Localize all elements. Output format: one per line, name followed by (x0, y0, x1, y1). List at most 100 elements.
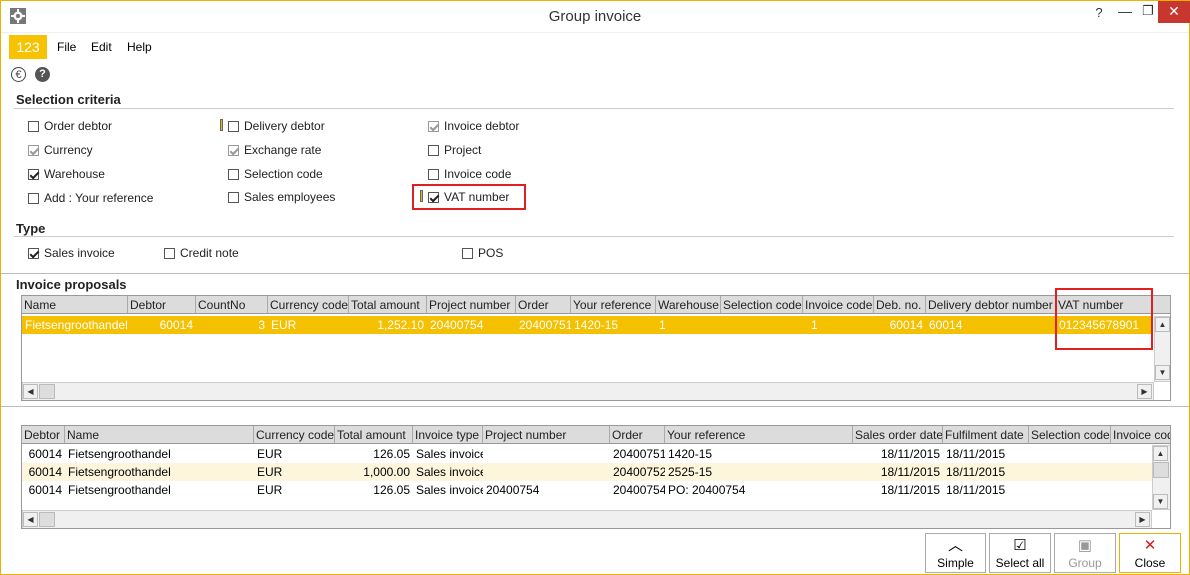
table-cell[interactable]: Sales invoice (413, 445, 483, 463)
table-cell[interactable]: 60014 (22, 481, 65, 499)
table-cell[interactable]: 1,000.00 (335, 463, 413, 481)
select-all-button[interactable]: ☑ Select all (989, 533, 1051, 573)
table-cell[interactable]: 60014 (22, 445, 65, 463)
column-header[interactable]: Order (610, 426, 665, 444)
table-cell[interactable]: Fietsengroothandel (65, 445, 254, 463)
column-header[interactable]: Project number (427, 296, 516, 314)
column-header[interactable]: Invoice code (1111, 426, 1170, 444)
table-cell[interactable]: 18/11/2015 (853, 481, 943, 499)
scroll-up-icon[interactable]: ▲ (1155, 317, 1170, 332)
table-cell[interactable]: Sales invoice (413, 463, 483, 481)
checkbox-box[interactable] (28, 120, 39, 132)
table-cell[interactable]: 20400752 (610, 463, 665, 481)
checkbox-box[interactable] (228, 191, 239, 203)
table-cell[interactable]: EUR (254, 463, 335, 481)
scroll-thumb[interactable] (39, 512, 55, 527)
table-cell[interactable]: 60014 (128, 316, 196, 334)
checkbox-exchange-rate[interactable]: Exchange rate (228, 143, 321, 157)
checkbox-box[interactable] (428, 120, 439, 132)
column-header[interactable]: Name (22, 296, 128, 314)
simple-button[interactable]: ︿ Simple (925, 533, 986, 573)
checkbox-warehouse[interactable]: Warehouse (28, 167, 105, 181)
scroll-right-icon[interactable]: ▶ (1137, 384, 1152, 399)
table-cell[interactable]: 2525-15 (665, 463, 853, 481)
table-cell[interactable]: 20400754 (483, 481, 610, 499)
horizontal-scrollbar[interactable] (22, 510, 1152, 528)
scroll-thumb[interactable] (39, 384, 55, 399)
column-header[interactable]: Debtor (22, 426, 65, 444)
table-cell[interactable]: Fietsengroothandel (22, 316, 128, 334)
checkbox-credit-note[interactable]: Credit note (164, 246, 239, 260)
table-cell[interactable]: 3 (196, 316, 268, 334)
checkbox-invoice-debtor[interactable]: Invoice debtor (428, 119, 519, 133)
table-cell[interactable]: 60014 (926, 316, 1056, 334)
checkbox-box[interactable] (28, 192, 39, 204)
help-icon[interactable]: ? (35, 67, 50, 82)
column-header[interactable]: Debtor (128, 296, 196, 314)
column-header[interactable]: Your reference (665, 426, 853, 444)
scroll-left-icon[interactable]: ◀ (23, 384, 38, 399)
checkbox-box[interactable] (28, 247, 39, 259)
menu-help[interactable]: Help (127, 40, 152, 54)
table-cell[interactable]: 18/11/2015 (943, 481, 1029, 499)
checkbox-sales-employees[interactable]: Sales employees (228, 190, 335, 204)
column-header[interactable]: Name (65, 426, 254, 444)
column-header[interactable]: Deb. no. (874, 296, 926, 314)
table-cell[interactable]: 1420-15 (665, 445, 853, 463)
table-cell[interactable]: 18/11/2015 (943, 463, 1029, 481)
close-window-button[interactable]: ✕ (1158, 1, 1190, 23)
table-cell[interactable]: 18/11/2015 (853, 445, 943, 463)
column-header[interactable]: Sales order date (853, 426, 943, 444)
invoice-lines-grid[interactable]: Debtor Name Currency code Total amount I… (21, 425, 1171, 529)
checkbox-pos[interactable]: POS (462, 246, 503, 260)
column-header[interactable]: Selection code (721, 296, 803, 314)
scroll-left-icon[interactable]: ◀ (23, 512, 38, 527)
menu-file[interactable]: File (57, 40, 76, 54)
table-cell[interactable]: 1,252.10 (349, 316, 427, 334)
column-header[interactable]: Selection code (1029, 426, 1111, 444)
table-cell[interactable]: Sales invoice (413, 481, 483, 499)
checkbox-invoice-code[interactable]: Invoice code (428, 167, 511, 181)
column-header[interactable]: Your reference (571, 296, 656, 314)
scroll-down-icon[interactable]: ▼ (1155, 365, 1170, 380)
checkbox-box[interactable] (28, 144, 39, 156)
table-cell[interactable]: Fietsengroothandel (65, 463, 254, 481)
column-header[interactable]: Total amount (335, 426, 413, 444)
table-cell[interactable]: 18/11/2015 (853, 463, 943, 481)
checkbox-currency[interactable]: Currency (28, 143, 93, 157)
checkbox-box[interactable] (462, 247, 473, 259)
group-button[interactable]: ▣ Group (1054, 533, 1116, 573)
menu-edit[interactable]: Edit (91, 40, 112, 54)
help-title-button[interactable]: ? (1086, 5, 1112, 29)
table-cell[interactable]: 20400754 (427, 316, 516, 334)
horizontal-scrollbar[interactable] (22, 382, 1154, 400)
scroll-up-icon[interactable]: ▲ (1153, 446, 1168, 461)
column-header[interactable]: Invoice code (803, 296, 874, 314)
proposals-grid[interactable]: Name Debtor CountNo Currency code Total … (21, 295, 1171, 401)
checkbox-box[interactable] (228, 120, 239, 132)
table-cell[interactable]: 1420-15 (571, 316, 656, 334)
column-header[interactable]: Currency code (268, 296, 349, 314)
table-cell[interactable]: EUR (254, 445, 335, 463)
column-header[interactable]: Total amount (349, 296, 427, 314)
checkbox-delivery-debtor[interactable]: Delivery debtor (228, 119, 325, 133)
checkbox-add-your-reference[interactable]: Add : Your reference (28, 191, 153, 205)
table-cell[interactable]: PO: 20400754 (665, 481, 853, 499)
checkbox-selection-code[interactable]: Selection code (228, 167, 323, 181)
checkbox-box[interactable] (428, 144, 439, 156)
column-header[interactable]: Delivery debtor number (926, 296, 1056, 314)
checkbox-order-debtor[interactable]: Order debtor (28, 119, 112, 133)
table-cell[interactable]: EUR (254, 481, 335, 499)
table-cell[interactable] (483, 463, 610, 481)
column-header[interactable]: Invoice type (413, 426, 483, 444)
table-cell[interactable]: 18/11/2015 (943, 445, 1029, 463)
table-cell[interactable]: 20400751 (610, 445, 665, 463)
table-cell[interactable]: 60014 (874, 316, 926, 334)
table-cell[interactable]: 20400754 (610, 481, 665, 499)
table-cell[interactable]: EUR (268, 316, 349, 334)
table-cell[interactable]: 20400751 (516, 316, 571, 334)
table-cell[interactable]: 1 (656, 316, 721, 334)
table-cell[interactable]: 126.05 (335, 445, 413, 463)
table-cell[interactable]: 60014 (22, 463, 65, 481)
checkbox-project[interactable]: Project (428, 143, 481, 157)
